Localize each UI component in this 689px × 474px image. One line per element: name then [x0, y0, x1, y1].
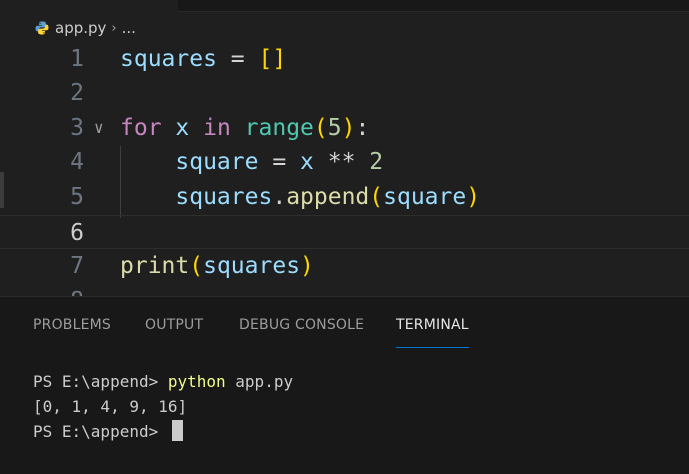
breadcrumb-more[interactable]: ...	[122, 19, 136, 37]
bottom-panel: PROBLEMS OUTPUT DEBUG CONSOLE TERMINAL P…	[0, 296, 689, 474]
code-editor[interactable]: 1 squares = [] 2 3 ∨ for x in range(5): …	[0, 42, 689, 296]
line-number: 5	[70, 184, 84, 210]
breadcrumb: app.py › ...	[34, 16, 136, 40]
code-line[interactable]: 1 squares = []	[0, 42, 689, 76]
line-number: 4	[70, 149, 84, 175]
code-line[interactable]: 4 square = x ** 2	[0, 145, 689, 179]
code-line[interactable]: 2	[0, 76, 689, 110]
tab-strip	[178, 0, 689, 12]
code-text[interactable]: squares.append(square)	[120, 180, 480, 214]
terminal-cursor[interactable]	[171, 420, 183, 441]
code-line[interactable]: 5 squares.append(square)	[0, 180, 689, 214]
tab-debug-console[interactable]: DEBUG CONSOLE	[239, 317, 364, 343]
line-number: 8	[70, 284, 84, 296]
breadcrumb-separator: ›	[111, 20, 117, 36]
terminal-command: python	[167, 372, 226, 391]
code-line[interactable]: 8	[0, 284, 689, 296]
line-number: 7	[70, 253, 84, 279]
terminal-prompt: PS E:\append>	[33, 372, 168, 391]
code-text[interactable]: print(squares)	[120, 249, 314, 283]
code-line[interactable]: 7 print(squares)	[0, 249, 689, 283]
code-line[interactable]: 3 ∨ for x in range(5):	[0, 111, 689, 145]
breadcrumb-file[interactable]: app.py	[55, 19, 106, 37]
line-number: 6	[70, 220, 84, 246]
terminal-line[interactable]: PS E:\append> python app.py	[33, 370, 293, 394]
code-text[interactable]: square = x ** 2	[120, 145, 383, 179]
line-number: 1	[70, 46, 84, 72]
terminal-output: [0, 1, 4, 9, 16]	[33, 397, 188, 416]
terminal-line[interactable]: PS E:\append>	[33, 420, 183, 444]
terminal-prompt: PS E:\append>	[33, 422, 168, 441]
chevron-down-icon[interactable]: ∨	[94, 111, 104, 145]
line-number: 2	[70, 80, 84, 106]
code-text[interactable]: for x in range(5):	[120, 111, 369, 145]
code-line-current[interactable]: 6	[0, 215, 689, 249]
tab-problems[interactable]: PROBLEMS	[33, 317, 111, 343]
terminal-command-arg: app.py	[225, 372, 294, 391]
python-file-icon	[34, 20, 50, 36]
tab-terminal[interactable]: TERMINAL	[396, 317, 469, 348]
tab-output[interactable]: OUTPUT	[145, 317, 203, 343]
line-number: 3	[70, 115, 84, 141]
code-text[interactable]: squares = []	[120, 42, 286, 76]
